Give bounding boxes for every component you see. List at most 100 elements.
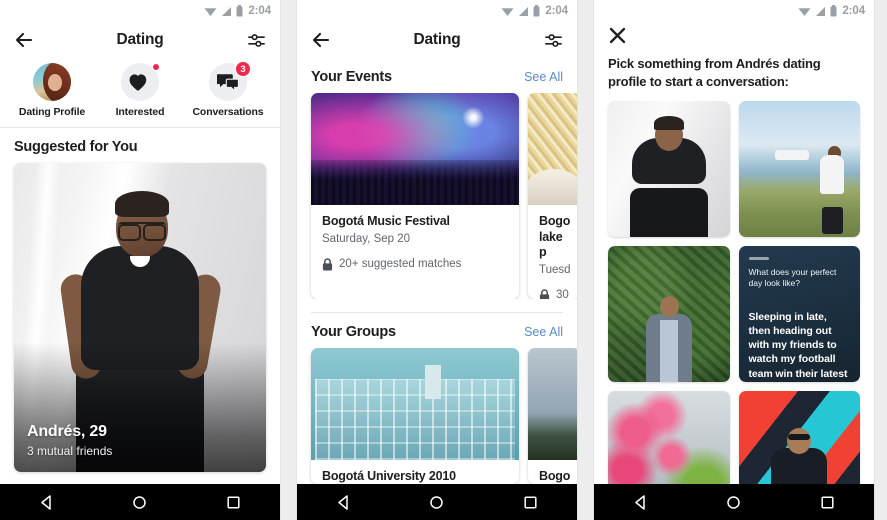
events-scroller[interactable]: Bogotá Music Festival Saturday, Sep 20 2… xyxy=(297,93,577,299)
see-all-events-link[interactable]: See All xyxy=(524,70,563,84)
photo-man-ivy-wall[interactable] xyxy=(608,246,730,383)
event-card[interactable]: Bogo lake p Tuesd 30 xyxy=(528,93,577,299)
figure-head xyxy=(787,427,812,454)
group-title: Bogotá University 2010 xyxy=(322,468,456,483)
event-card[interactable]: Bogotá Music Festival Saturday, Sep 20 2… xyxy=(311,93,519,299)
figure-hair xyxy=(653,116,684,131)
event-title: Bogotá Music Festival xyxy=(322,214,450,228)
event-image-food xyxy=(528,93,577,205)
group-title: Bogo xyxy=(539,468,571,483)
dating-tab-row: Dating Profile Interested 3 Conversation… xyxy=(0,58,280,128)
status-badge xyxy=(152,63,160,71)
group-card-body: Bogotá University 2010 xyxy=(311,460,519,485)
photo-man-mural[interactable] xyxy=(738,391,860,484)
app-bar: Dating xyxy=(0,22,280,58)
profile-question-card[interactable]: What does your perfect day look like? Sl… xyxy=(738,246,860,383)
figure-hair xyxy=(115,190,169,217)
event-date: Tuesd xyxy=(539,263,571,276)
profile-avatar-icon xyxy=(33,63,71,101)
figure-sunglasses xyxy=(788,434,811,441)
signal-icon xyxy=(816,6,826,16)
quote-accent-bar xyxy=(748,257,769,260)
photo-flowers[interactable] xyxy=(608,391,730,484)
sidebar-item-label: Interested xyxy=(115,106,165,118)
dialog-prompt-text: Pick something from Andrés dating profil… xyxy=(594,45,874,102)
nav-back-triangle-icon[interactable] xyxy=(335,494,352,511)
events-section-header: Your Events See All xyxy=(297,58,577,93)
figure-torso xyxy=(820,155,845,194)
section-title: Your Events xyxy=(311,69,392,85)
photo-man-drone[interactable] xyxy=(738,101,860,238)
close-x-icon[interactable] xyxy=(608,26,627,45)
lock-icon xyxy=(539,289,550,299)
profile-avatar-wrap xyxy=(33,63,71,101)
groups-scroller[interactable]: Bogotá University 2010 Bogo xyxy=(297,347,577,485)
status-bar-time: 2:04 xyxy=(248,5,271,17)
group-image-university xyxy=(311,347,519,460)
android-nav-bar xyxy=(594,484,874,520)
sidebar-item-interested[interactable]: Interested xyxy=(97,63,183,118)
chat-bubbles-icon xyxy=(217,73,239,92)
filter-sliders-icon[interactable] xyxy=(247,31,266,50)
event-date: Saturday, Sep 20 xyxy=(322,232,411,245)
event-title: Bogo xyxy=(539,214,571,228)
figure-glasses xyxy=(118,221,166,241)
crowd-silhouette-decor xyxy=(311,160,519,205)
suggested-profile-card[interactable]: Andrés, 29 3 mutual friends xyxy=(14,163,266,472)
status-bar: 2:04 xyxy=(297,0,577,22)
nav-home-circle-icon[interactable] xyxy=(428,494,445,511)
profile-content-grid: What does your perfect day look like? Sl… xyxy=(594,101,874,484)
battery-icon xyxy=(830,5,837,17)
wifi-icon xyxy=(501,7,514,16)
page-title: Dating xyxy=(413,31,461,48)
nav-back-triangle-icon[interactable] xyxy=(632,494,649,511)
dialog-header xyxy=(594,22,874,45)
groups-section-header: Your Groups See All xyxy=(297,312,577,348)
group-card[interactable]: Bogo xyxy=(528,347,577,485)
signal-icon xyxy=(519,6,529,16)
event-title-line2: lake p xyxy=(539,229,563,260)
status-bar: 2:04 xyxy=(0,0,280,22)
event-image-concert xyxy=(311,93,519,205)
filter-sliders-icon[interactable] xyxy=(544,31,563,50)
photo-man-studio[interactable] xyxy=(608,101,730,238)
figure-legs xyxy=(822,207,843,235)
nav-home-circle-icon[interactable] xyxy=(725,494,742,511)
nav-recents-square-icon[interactable] xyxy=(522,494,539,511)
nav-back-triangle-icon[interactable] xyxy=(38,494,55,511)
profile-question-text: What does your perfect day look like? xyxy=(748,266,837,289)
avatar-face-shape xyxy=(48,74,62,91)
event-card-body: Bogotá Music Festival Saturday, Sep 20 2… xyxy=(311,205,519,282)
app-bar: Dating xyxy=(297,22,577,58)
wifi-icon xyxy=(798,7,811,16)
card-caption: Andrés, 29 3 mutual friends xyxy=(27,423,112,458)
nav-home-circle-icon[interactable] xyxy=(131,494,148,511)
section-title: Suggested for You xyxy=(14,139,138,155)
sidebar-item-label: Dating Profile xyxy=(18,106,86,118)
screenshot-stage: 2:04 Dating Dating Profile Interested 3 … xyxy=(0,0,887,520)
suggested-section-header: Suggested for You xyxy=(0,128,280,163)
nav-recents-square-icon[interactable] xyxy=(225,494,242,511)
sidebar-item-dating-profile[interactable]: Dating Profile xyxy=(9,63,95,118)
battery-icon xyxy=(236,5,243,17)
suggested-card-wrap: Andrés, 29 3 mutual friends xyxy=(0,163,280,484)
wifi-icon xyxy=(204,7,217,16)
back-arrow-icon[interactable] xyxy=(311,30,331,50)
figure-shirt xyxy=(659,319,678,383)
double-heart-icon xyxy=(129,73,147,90)
see-all-groups-link[interactable]: See All xyxy=(524,325,563,339)
group-card-body: Bogo xyxy=(528,460,577,485)
status-bar-time: 2:04 xyxy=(545,5,568,17)
figure-head xyxy=(659,295,679,317)
android-nav-bar xyxy=(0,484,280,520)
nav-recents-square-icon[interactable] xyxy=(819,494,836,511)
group-image-landscape xyxy=(528,347,577,460)
sidebar-item-conversations[interactable]: 3 Conversations xyxy=(185,61,271,118)
status-bar-time: 2:04 xyxy=(842,5,865,17)
profile-answer-text: Sleeping in late, then heading out with … xyxy=(748,310,848,383)
event-matches-text: 30 xyxy=(556,289,569,299)
phone-panel-dating-home: 2:04 Dating Dating Profile Interested 3 … xyxy=(0,0,280,520)
back-arrow-icon[interactable] xyxy=(14,30,34,50)
group-card[interactable]: Bogotá University 2010 xyxy=(311,347,519,485)
signal-icon xyxy=(222,6,232,16)
